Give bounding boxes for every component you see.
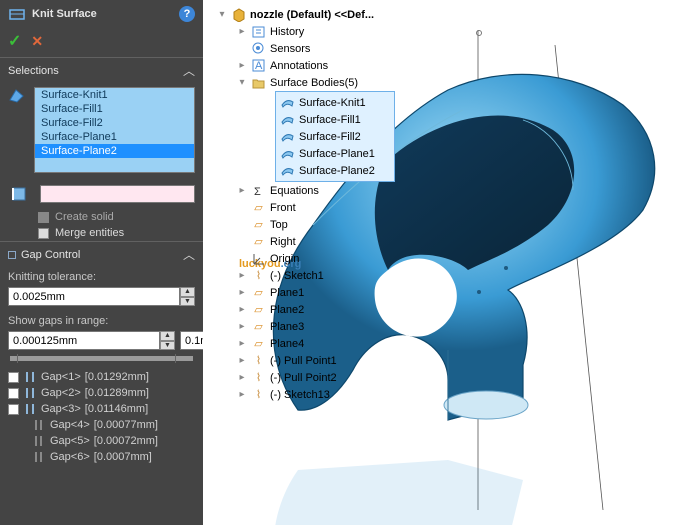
graphics-viewport[interactable]: luckyou.org ▾nozzle (Default) <<Def... ▸… [203,0,700,525]
folder-icon [251,75,266,90]
knit-surface-icon [8,5,26,23]
feature-tree[interactable]: ▾nozzle (Default) <<Def... ▸History Sens… [217,6,417,403]
gap-item[interactable]: Gap<1> [0.01292mm] [8,369,195,385]
range-slider[interactable] [10,356,193,361]
list-item[interactable]: Surface-Fill2 [35,116,194,130]
list-item[interactable]: Surface-Fill1 [35,102,194,116]
origin-icon [251,251,266,266]
section-header-selections[interactable]: Selections ︿ [0,58,203,83]
tree-item-plane[interactable]: ▸▱Plane4 [217,335,417,352]
property-panel: Knit Surface ? ✓ ✕ Selections ︿ Surface-… [0,0,203,525]
surface-icon [280,146,295,161]
tree-item-surface[interactable]: Surface-Fill1 [276,111,394,128]
gap-item[interactable]: Gap<5> [0.00072mm] [8,433,195,449]
spin-down[interactable]: ▼ [180,297,195,307]
tree-item-plane[interactable]: ▸▱Plane1 [217,284,417,301]
plane-icon: ▱ [251,302,266,317]
chevron-up-icon: ︿ [183,62,195,79]
tree-item-right[interactable]: ▱Right [217,233,417,250]
surface-icon [280,95,295,110]
help-icon[interactable]: ? [179,6,195,22]
tree-item-plane[interactable]: ▸▱Plane3 [217,318,417,335]
tree-item-surface[interactable]: Surface-Knit1 [276,94,394,111]
sketch-icon: ⌇ [251,268,266,283]
merge-entities-checkbox[interactable]: Merge entities [0,225,203,241]
tree-root[interactable]: ▾nozzle (Default) <<Def... [217,6,417,23]
surface-icon [280,163,295,178]
color-swatch[interactable] [40,185,195,203]
tree-item-origin[interactable]: Origin [217,250,417,267]
spin-up[interactable]: ▲ [180,287,195,297]
tree-item-surface[interactable]: Surface-Plane1 [276,145,394,162]
panel-title: Knit Surface [32,8,173,20]
cancel-button[interactable]: ✕ [31,33,43,50]
plane-icon: ▱ [251,319,266,334]
history-icon [251,24,266,39]
sensors-icon [251,41,266,56]
sketch-icon: ⌇ [251,353,266,368]
surface-icon [280,129,295,144]
tree-item-plane[interactable]: ▸▱Plane2 [217,301,417,318]
gap-icon [23,370,37,384]
selection-pick-icon[interactable] [0,83,34,105]
gap-icon [23,386,37,400]
tolerance-label: Knitting tolerance: [0,267,203,285]
plane-icon: ▱ [251,336,266,351]
ok-button[interactable]: ✓ [8,31,21,51]
part-icon [231,7,246,22]
gap-icon [32,450,46,464]
list-item[interactable]: Surface-Plane2 [35,144,194,158]
tree-item-history[interactable]: ▸History [217,23,417,40]
gap-list: Gap<1> [0.01292mm] Gap<2> [0.01289mm] Ga… [0,369,203,465]
gap-item[interactable]: Gap<6> [0.0007mm] [8,449,195,465]
color-preview-icon[interactable] [6,185,32,203]
gap-icon [32,434,46,448]
tolerance-spinner[interactable]: ▲▼ [8,287,195,306]
gap-item[interactable]: Gap<4> [0.00077mm] [8,417,195,433]
range-min-spinner[interactable]: ▲▼ [8,331,175,350]
svg-text:A: A [255,60,263,72]
section-header-gap[interactable]: Gap Control ︿ [0,242,203,267]
panel-header: Knit Surface ? [0,0,203,27]
equations-icon: Σ [251,183,266,198]
tree-item-annotations[interactable]: ▸AAnnotations [217,57,417,74]
annotations-icon: A [251,58,266,73]
tree-item-sketch[interactable]: ▸⌇(-) Pull Point1 [217,352,417,369]
plane-icon: ▱ [251,200,266,215]
gap-icon [32,418,46,432]
selections-list[interactable]: Surface-Knit1 Surface-Fill1 Surface-Fill… [34,87,195,173]
section-selections: Selections ︿ Surface-Knit1 Surface-Fill1… [0,57,203,241]
range-min-input[interactable] [8,331,160,350]
gap-item[interactable]: Gap<3> [0.01146mm] [8,401,195,417]
pin-icon[interactable] [8,251,16,259]
tree-item-equations[interactable]: ▸ΣEquations [217,182,417,199]
tree-item-front[interactable]: ▱Front [217,199,417,216]
sketch-icon: ⌇ [251,387,266,402]
surface-icon [280,112,295,127]
section-gap-control: Gap Control ︿ Knitting tolerance: ▲▼ Sho… [0,241,203,465]
list-item[interactable]: Surface-Plane1 [35,130,194,144]
tree-item-surface-bodies[interactable]: ▾Surface Bodies(5) [217,74,417,91]
tree-item-top[interactable]: ▱Top [217,216,417,233]
plane-icon: ▱ [251,285,266,300]
plane-icon: ▱ [251,234,266,249]
gap-icon [23,402,37,416]
range-label: Show gaps in range: [0,311,203,329]
tree-item-sketch[interactable]: ▸⌇(-) Sketch1 [217,267,417,284]
svg-text:Σ: Σ [254,186,261,197]
tree-item-sensors[interactable]: Sensors [217,40,417,57]
selected-surface-list: Surface-Knit1 Surface-Fill1 Surface-Fill… [275,91,395,182]
tree-item-surface[interactable]: Surface-Plane2 [276,162,394,179]
gap-item[interactable]: Gap<2> [0.01289mm] [8,385,195,401]
chevron-up-icon: ︿ [183,246,195,263]
sketch-icon: ⌇ [251,370,266,385]
tolerance-input[interactable] [8,287,180,306]
confirm-row: ✓ ✕ [0,27,203,57]
tree-item-sketch[interactable]: ▸⌇(-) Sketch13 [217,386,417,403]
tree-item-surface[interactable]: Surface-Fill2 [276,128,394,145]
tree-item-sketch[interactable]: ▸⌇(-) Pull Point2 [217,369,417,386]
create-solid-checkbox: Create solid [0,209,203,225]
plane-icon: ▱ [251,217,266,232]
list-item[interactable]: Surface-Knit1 [35,88,194,102]
